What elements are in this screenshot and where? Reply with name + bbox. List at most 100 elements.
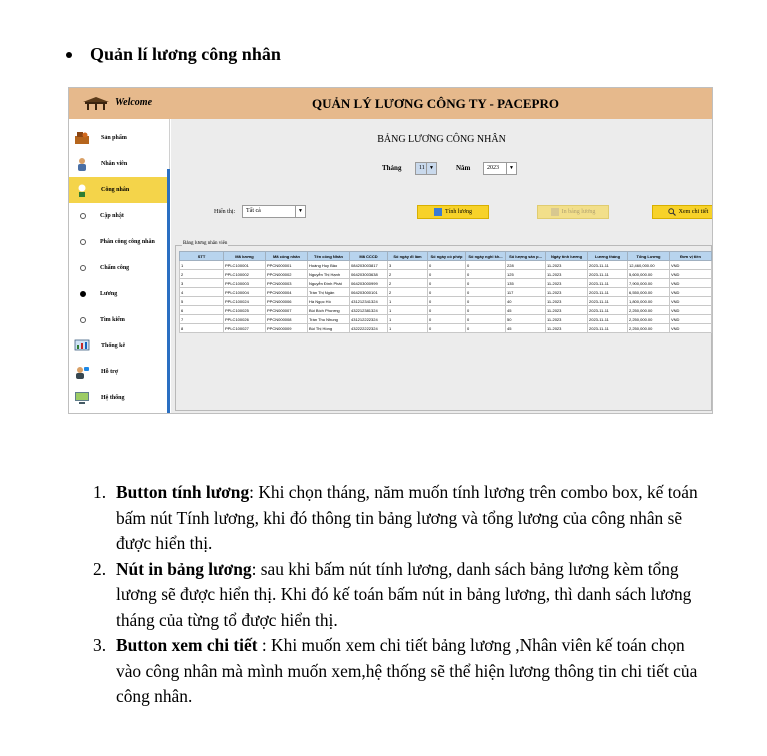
table-cell: 11-2023 (545, 296, 588, 306)
column-header[interactable]: Mã CCCD (349, 251, 388, 261)
table-cell: PPCN000009 (265, 323, 308, 333)
show-filter-select[interactable]: Tất cả ▼ (242, 205, 306, 218)
submenu-item-update[interactable]: Cập nhật (69, 203, 169, 229)
table-cell: 125 (505, 269, 546, 279)
sidebar-item-label: Thống kê (101, 343, 126, 349)
table-cell: PPCN000007 (265, 305, 308, 315)
table-row[interactable]: 5 PPLC100024 PPCN000006 Hà Ngọc Hồ 431212341… (179, 296, 712, 306)
item-title: Button xem chi tiết (116, 635, 258, 655)
table-cell: 2023-11-11 (587, 296, 628, 306)
month-value: 11 (419, 165, 425, 171)
table-cell: 2,250,000.00 (627, 305, 670, 315)
submenu-item-attendance[interactable]: Chấm công (69, 255, 169, 281)
table-cell: 2,250,000.00 (627, 314, 670, 324)
column-header[interactable]: Tổng Lương (627, 251, 670, 261)
table-cell: 5 (179, 296, 224, 306)
item-number: 3. (93, 635, 107, 655)
submenu-label: Phân công công nhân (100, 239, 155, 245)
table-cell: VND (669, 269, 712, 279)
table-cell: 0 (465, 287, 506, 297)
sidebar-item-label: Sản phẩm (101, 135, 127, 141)
print-salary-button[interactable]: In bảng lương (537, 205, 609, 219)
table-cell: PPCN000003 (265, 278, 308, 288)
column-header[interactable]: Số ngày đi làm (387, 251, 428, 261)
panel-title: BẢNG LƯƠNG CÔNG NHÂN (377, 134, 506, 145)
salary-table: STT Mã lương Mã công nhân Tên công Nhân Mã C… (179, 251, 712, 333)
calculate-salary-label: Tính lương (445, 209, 472, 215)
column-header[interactable]: Tên công Nhân (307, 251, 350, 261)
submenu-label: Chấm công (100, 265, 130, 271)
view-detail-button[interactable]: Xem chi tiết (652, 205, 712, 219)
table-cell: 064203003638 (349, 269, 388, 279)
table-cell: PPLC100003 (223, 278, 266, 288)
sidebar-item-employees[interactable]: Nhân viên (69, 151, 169, 177)
table-row[interactable]: 1 PPLC100001 PPCN000001 Hoàng Huy Bảo 084203… (179, 260, 712, 270)
table-cell: 431212222324 (349, 314, 388, 324)
table-row[interactable]: 2 PPLC100002 PPCN000002 Nguyễn Thị Hạnh 0642… (179, 269, 712, 279)
column-header[interactable]: Lương tháng (587, 251, 628, 261)
table-cell: 11-2023 (545, 269, 588, 279)
column-header[interactable]: Ngày tính lương (545, 251, 588, 261)
sidebar-item-products[interactable]: Sản phẩm (69, 125, 169, 151)
section-heading: Quản lí lương công nhân (66, 44, 281, 65)
system-icon (73, 390, 91, 406)
table-cell: 7,900,000.00 (627, 278, 670, 288)
sidebar-item-label: Hỗ trợ (101, 369, 119, 375)
table-cell: 2 (387, 269, 428, 279)
table-cell: PPLC100002 (223, 269, 266, 279)
column-header[interactable]: STT (179, 251, 224, 261)
table-cell: 084203003817 (349, 260, 388, 270)
submenu-label: Tìm kiếm (100, 317, 125, 323)
table-cell: PPLC100027 (223, 323, 266, 333)
submenu-label: Cập nhật (100, 213, 124, 219)
column-header[interactable]: Đơn vị tiền (669, 251, 712, 261)
table-cell: 0 (427, 287, 466, 297)
sidebar-item-support[interactable]: Hỗ trợ (69, 359, 169, 385)
table-cell: 2023-11-11 (587, 323, 628, 333)
submenu-item-search[interactable]: Tìm kiếm (69, 307, 169, 333)
table-cell: PPLC100025 (223, 305, 266, 315)
table-cell: 6,550,000.00 (627, 287, 670, 297)
column-header[interactable]: Số ngày có phép (427, 251, 466, 261)
column-header[interactable]: Số ngày nghỉ kh... (465, 251, 506, 261)
table-cell: 3 (387, 260, 428, 270)
sidebar-item-workers[interactable]: Công nhân (69, 177, 169, 203)
year-select[interactable]: 2023 ▼ (483, 162, 517, 175)
column-header[interactable]: Mã lương (223, 251, 266, 261)
table-cell: PPCN000002 (265, 269, 308, 279)
column-header[interactable]: Mã công nhân (265, 251, 308, 261)
table-cell: 50 (505, 314, 546, 324)
table-row[interactable]: 3 PPLC100003 PPCN000003 Nguyễn Đình Phát 064… (179, 278, 712, 288)
list-item: 1. Button tính lương: Khi chọn tháng, năm… (93, 480, 703, 557)
submenu-item-assign[interactable]: Phân công công nhân (69, 229, 169, 255)
year-value: 2023 (487, 165, 499, 171)
table-cell: 6 (179, 305, 224, 315)
submenu-item-salary[interactable]: Lương (69, 281, 169, 307)
item-title: Button tính lương (116, 482, 250, 502)
sidebar-item-statistics[interactable]: Thống kê (69, 333, 169, 359)
table-cell: 11-2023 (545, 305, 588, 315)
table-row[interactable]: 4 PPLC100004 PPCN000004 Trần Thị Ngân 064203… (179, 287, 712, 297)
table-row[interactable]: 7 PPLC100026 PPCN000008 Trần Thu Nhung 43121… (179, 314, 712, 324)
table-cell: 0 (465, 323, 506, 333)
table-cell: 45 (505, 323, 546, 333)
table-cell: 45 (505, 305, 546, 315)
radio-icon (80, 265, 86, 271)
table-cell: PPCN000008 (265, 314, 308, 324)
table-cell: 2023-11-11 (587, 260, 628, 270)
table-row[interactable]: 6 PPLC100025 PPCN000007 Bùi Bích Phương 4322… (179, 305, 712, 315)
table-row[interactable]: 8 PPLC100027 PPCN000009 Bùi Thị Hồng 4322222… (179, 323, 712, 333)
table-cell: 0 (465, 296, 506, 306)
table-cell: 5,600,000.00 (627, 269, 670, 279)
table-cell: PPLC100026 (223, 314, 266, 324)
table-cell: 0 (427, 296, 466, 306)
table-cell: 2 (179, 269, 224, 279)
calculate-salary-button[interactable]: Tính lương (417, 205, 489, 219)
table-cell: Bùi Thị Hồng (307, 323, 350, 333)
table-cell: 4 (179, 287, 224, 297)
table-cell: Nguyễn Thị Hạnh (307, 269, 350, 279)
month-select[interactable]: 11 ▼ (415, 162, 437, 175)
radio-selected-icon (80, 291, 86, 297)
sidebar-item-system[interactable]: Hệ thống (69, 385, 169, 411)
column-header[interactable]: Số lượng sản p... (505, 251, 546, 261)
